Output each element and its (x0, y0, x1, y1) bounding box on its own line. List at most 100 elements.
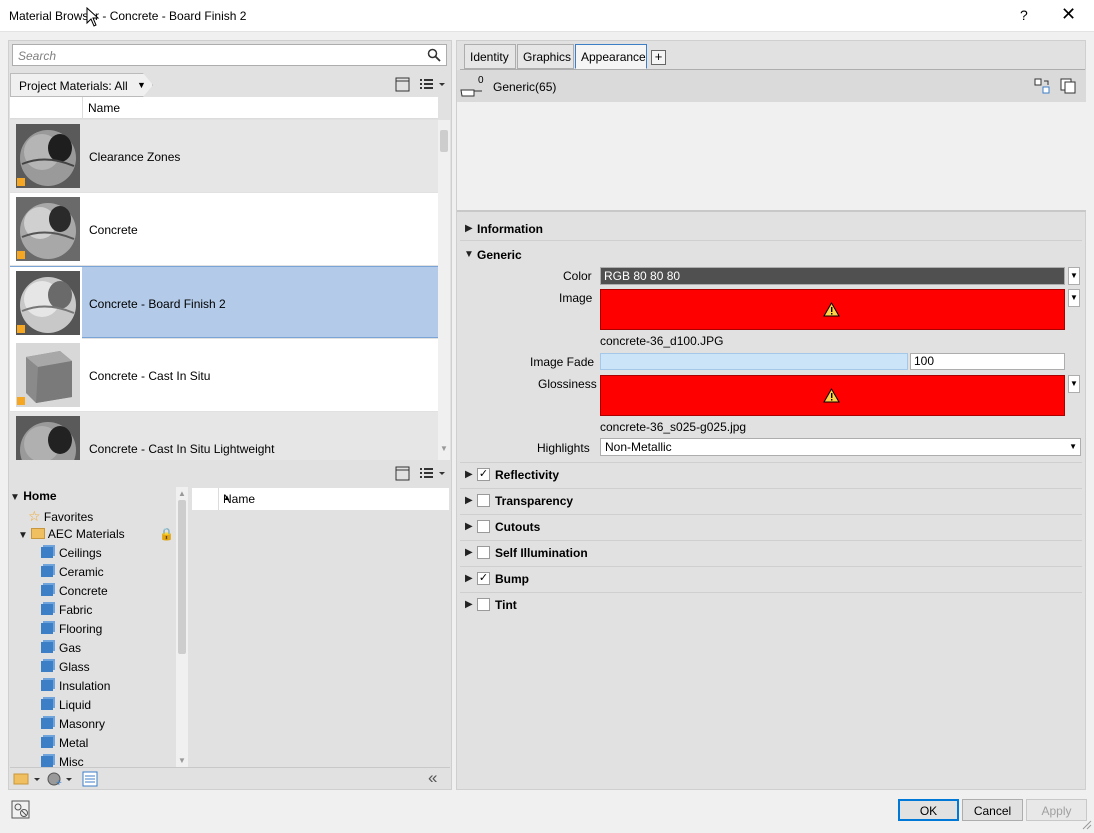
mouse-cursor-icon (86, 7, 100, 27)
collapse-triangle-icon[interactable]: ▼ (464, 249, 474, 260)
create-material-icon[interactable]: + (46, 771, 74, 787)
tree-item-favorites[interactable]: ☆ Favorites (28, 508, 93, 525)
material-row[interactable]: Concrete (10, 193, 438, 265)
material-row[interactable]: Clearance Zones (10, 120, 438, 192)
image-fade-value: 100 (914, 354, 935, 368)
image-fade-slider[interactable] (600, 353, 908, 370)
section-bump[interactable]: Bump (495, 572, 529, 586)
tree-item-category[interactable]: Metal (41, 736, 88, 750)
reflectivity-checkbox[interactable]: ✓ (477, 468, 490, 481)
search-placeholder: Search (18, 49, 57, 63)
tab-appearance[interactable]: Appearance (575, 44, 647, 69)
tree-item-category[interactable]: Insulation (41, 679, 110, 693)
tree-item-category[interactable]: Misc (41, 755, 84, 767)
expand-triangle-icon[interactable]: ▼ (10, 492, 20, 503)
list-options-icon[interactable] (419, 466, 447, 481)
duplicate-asset-icon[interactable] (1060, 78, 1076, 94)
panel-view-icon[interactable] (395, 466, 411, 481)
chevron-down-icon[interactable]: ▼ (1068, 267, 1080, 285)
section-transparency[interactable]: Transparency (495, 494, 573, 508)
library-filter-dropdown[interactable]: Project Materials: All ▼ (10, 73, 153, 97)
section-tint[interactable]: Tint (495, 598, 517, 612)
material-thumbnail (16, 343, 80, 407)
section-information[interactable]: Information (477, 222, 543, 236)
scroll-up-arrow-icon[interactable]: ▲ (178, 489, 186, 498)
color-swatch-field[interactable]: RGB 80 80 80 (600, 267, 1065, 285)
collapse-panel-icon[interactable]: « (428, 768, 437, 788)
resize-grip-icon[interactable] (1082, 820, 1092, 830)
open-library-icon[interactable] (13, 771, 41, 787)
image-file-name[interactable]: concrete-36_d100.JPG (600, 334, 723, 348)
materials-scrollbar[interactable] (438, 120, 450, 460)
material-settings-icon[interactable] (11, 800, 31, 820)
category-label: Flooring (59, 622, 103, 636)
section-cutouts[interactable]: Cutouts (495, 520, 540, 534)
scroll-down-arrow-icon[interactable]: ▼ (178, 756, 186, 765)
search-input[interactable]: Search (12, 44, 447, 66)
tree-item-category[interactable]: Liquid (41, 698, 91, 712)
appearance-preview (457, 102, 1086, 212)
tree-item-category[interactable]: Ceramic (41, 565, 104, 579)
replace-asset-icon[interactable] (1034, 78, 1050, 94)
tree-item-category[interactable]: Flooring (41, 622, 102, 636)
tree-item-category[interactable]: Gas (41, 641, 81, 655)
tree-item-category[interactable]: Concrete (41, 584, 108, 598)
tree-item-home[interactable]: ▼ Home (10, 489, 57, 503)
search-icon[interactable] (427, 48, 441, 62)
cutouts-checkbox[interactable] (477, 520, 490, 533)
scroll-down-arrow-icon[interactable]: ▼ (440, 444, 448, 453)
materials-scrollbar-thumb[interactable] (440, 130, 448, 152)
tree-item-category[interactable]: Glass (41, 660, 90, 674)
expand-triangle-icon[interactable]: ▼ (18, 530, 28, 541)
tree-item-category[interactable]: Ceilings (41, 546, 102, 560)
tree-item-category[interactable]: Masonry (41, 717, 105, 731)
expand-triangle-icon[interactable]: ▶ (465, 521, 473, 532)
chevron-down-icon[interactable]: ▼ (1068, 375, 1080, 393)
expand-triangle-icon[interactable]: ▶ (465, 495, 473, 506)
expand-triangle-icon[interactable]: ▶ (465, 599, 473, 610)
cancel-button[interactable]: Cancel (962, 799, 1023, 821)
tab-identity[interactable]: Identity (464, 44, 516, 69)
expand-triangle-icon[interactable]: ▶ (465, 547, 473, 558)
transparency-checkbox[interactable] (477, 494, 490, 507)
image-map-preview[interactable] (600, 289, 1065, 330)
category-label: Liquid (59, 698, 92, 712)
material-row[interactable]: Concrete - Cast In Situ Lightweight (10, 412, 438, 460)
tree-item-category[interactable]: Fabric (41, 603, 92, 617)
tree-item-aec-materials[interactable]: ▼ AEC Materials 🔒 (18, 527, 176, 541)
svg-text:+: + (56, 778, 62, 787)
add-tab-button[interactable]: + (651, 50, 666, 65)
tint-checkbox[interactable] (477, 598, 490, 611)
sort-ascending-icon[interactable]: ▲ (223, 493, 443, 502)
material-row-selected[interactable]: Concrete - Board Finish 2 (10, 266, 438, 339)
name-column-header[interactable]: Name (88, 101, 120, 115)
tree-scrollbar-thumb[interactable] (178, 500, 186, 654)
asset-editor-icon[interactable] (82, 771, 98, 787)
category-icon (41, 623, 53, 634)
library-bottom-bar (10, 767, 450, 789)
list-options-icon[interactable] (419, 77, 447, 92)
apply-button[interactable]: Apply (1026, 799, 1087, 821)
ok-button[interactable]: OK (898, 799, 959, 821)
expand-triangle-icon[interactable]: ▶ (465, 469, 473, 480)
color-value: RGB 80 80 80 (604, 269, 681, 283)
close-button[interactable]: ✕ (1061, 4, 1076, 25)
highlights-select[interactable]: Non-Metallic ▼ (600, 438, 1081, 456)
category-icon (41, 604, 53, 615)
expand-triangle-icon[interactable]: ▶ (465, 223, 473, 234)
section-reflectivity[interactable]: Reflectivity (495, 468, 559, 482)
section-self-illumination[interactable]: Self Illumination (495, 546, 588, 560)
bump-checkbox[interactable]: ✓ (477, 572, 490, 585)
tab-graphics[interactable]: Graphics (517, 44, 574, 69)
glossiness-file-name[interactable]: concrete-36_s025-g025.jpg (600, 420, 746, 434)
self-illumination-checkbox[interactable] (477, 546, 490, 559)
expand-triangle-icon[interactable]: ▶ (465, 573, 473, 584)
section-generic[interactable]: Generic (477, 248, 522, 262)
help-button[interactable]: ? (1020, 7, 1028, 23)
panel-view-icon[interactable] (395, 77, 411, 92)
material-row[interactable]: Concrete - Cast In Situ (10, 339, 438, 411)
glossiness-map-preview[interactable] (600, 375, 1065, 416)
image-fade-input[interactable]: 100 (910, 353, 1065, 370)
chevron-down-icon[interactable]: ▼ (1068, 289, 1080, 307)
category-icon (41, 661, 53, 672)
